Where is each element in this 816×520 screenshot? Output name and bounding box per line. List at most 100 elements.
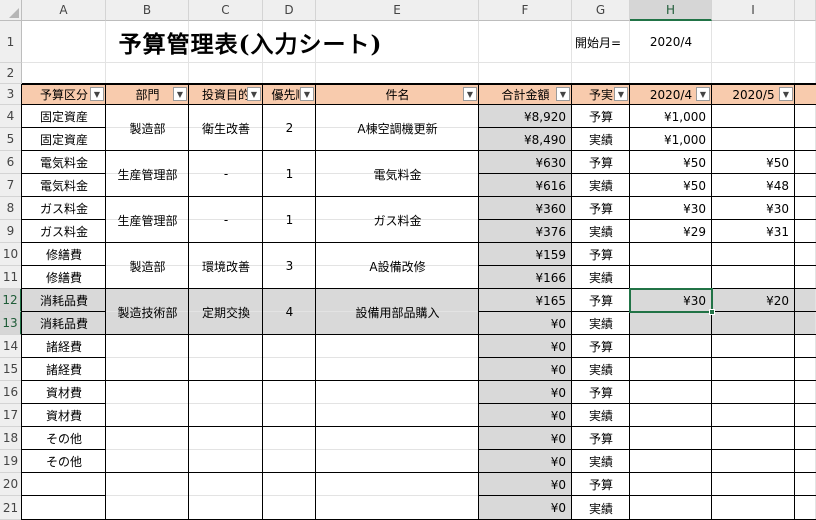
category-cell[interactable] bbox=[22, 496, 106, 520]
month2-cell[interactable] bbox=[712, 473, 795, 496]
category-cell[interactable]: 修繕費 bbox=[22, 243, 106, 266]
month2-cell[interactable] bbox=[712, 404, 795, 427]
category-cell[interactable]: 消耗品費 bbox=[22, 289, 106, 312]
total-cell[interactable]: ¥165 bbox=[479, 289, 572, 312]
priority-cell[interactable]: 1 bbox=[263, 197, 316, 243]
total-cell[interactable]: ¥0 bbox=[479, 404, 572, 427]
row-header-8[interactable]: 8 bbox=[0, 197, 22, 220]
month2-cell[interactable] bbox=[712, 427, 795, 450]
total-cell[interactable]: ¥360 bbox=[479, 197, 572, 220]
month1-cell[interactable]: ¥29 bbox=[630, 220, 712, 243]
column-header-next[interactable] bbox=[795, 0, 816, 21]
total-cell[interactable]: ¥616 bbox=[479, 174, 572, 197]
row-header-9[interactable]: 9 bbox=[0, 220, 22, 243]
type-cell[interactable]: 実績 bbox=[572, 312, 630, 335]
column-header-a[interactable]: A bbox=[22, 0, 106, 21]
month2-cell[interactable]: ¥31 bbox=[712, 220, 795, 243]
category-cell[interactable]: 諸経費 bbox=[22, 335, 106, 358]
filter-dropdown-icon[interactable]: ▼ bbox=[696, 87, 710, 101]
row-header-21[interactable]: 21 bbox=[0, 496, 22, 520]
month2-cell[interactable]: ¥20 bbox=[712, 289, 795, 312]
dept-cell[interactable]: 製造部 bbox=[106, 243, 189, 289]
type-cell[interactable]: 予算 bbox=[572, 151, 630, 174]
total-cell[interactable]: ¥376 bbox=[479, 220, 572, 243]
column-header-d[interactable]: D bbox=[263, 0, 316, 21]
filter-dropdown-icon[interactable]: ▼ bbox=[247, 87, 261, 101]
subject-cell[interactable]: 電気料金 bbox=[316, 151, 479, 197]
purpose-cell[interactable]: 衛生改善 bbox=[189, 105, 263, 151]
category-cell[interactable]: 固定資産 bbox=[22, 105, 106, 128]
total-cell[interactable]: ¥0 bbox=[479, 473, 572, 496]
total-cell[interactable]: ¥0 bbox=[479, 381, 572, 404]
type-cell[interactable]: 予算 bbox=[572, 197, 630, 220]
filter-dropdown-icon[interactable]: ▼ bbox=[300, 87, 314, 101]
month2-cell[interactable] bbox=[712, 450, 795, 473]
total-cell[interactable]: ¥8,490 bbox=[479, 128, 572, 151]
priority-cell[interactable]: 4 bbox=[263, 289, 316, 335]
month2-cell[interactable] bbox=[712, 266, 795, 289]
month1-cell[interactable] bbox=[630, 473, 712, 496]
row-header-11[interactable]: 11 bbox=[0, 266, 22, 289]
type-cell[interactable]: 実績 bbox=[572, 174, 630, 197]
month2-cell[interactable]: ¥48 bbox=[712, 174, 795, 197]
category-cell[interactable]: 電気料金 bbox=[22, 174, 106, 197]
column-header-h[interactable]: H bbox=[630, 0, 712, 21]
type-cell[interactable]: 予算 bbox=[572, 243, 630, 266]
month2-cell[interactable] bbox=[712, 312, 795, 335]
month1-cell[interactable]: ¥30 bbox=[630, 197, 712, 220]
purpose-cell[interactable]: 環境改善 bbox=[189, 243, 263, 289]
month1-cell[interactable]: ¥1,000 bbox=[630, 105, 712, 128]
row-header-16[interactable]: 16 bbox=[0, 381, 22, 404]
purpose-cell[interactable]: 定期交換 bbox=[189, 289, 263, 335]
fill-handle[interactable] bbox=[709, 309, 715, 315]
filter-dropdown-icon[interactable]: ▼ bbox=[779, 87, 793, 101]
month1-cell[interactable] bbox=[630, 381, 712, 404]
month1-cell[interactable] bbox=[630, 312, 712, 335]
month1-cell[interactable]: ¥50 bbox=[630, 151, 712, 174]
row-header-18[interactable]: 18 bbox=[0, 427, 22, 450]
filter-dropdown-icon[interactable]: ▼ bbox=[173, 87, 187, 101]
type-cell[interactable]: 実績 bbox=[572, 496, 630, 520]
month1-cell[interactable] bbox=[630, 496, 712, 520]
category-cell[interactable]: その他 bbox=[22, 450, 106, 473]
row-header-4[interactable]: 4 bbox=[0, 105, 22, 128]
column-header-g[interactable]: G bbox=[572, 0, 630, 21]
category-cell[interactable]: 諸経費 bbox=[22, 358, 106, 381]
type-cell[interactable]: 予算 bbox=[572, 335, 630, 358]
row-header-1[interactable]: 1 bbox=[0, 21, 22, 63]
total-cell[interactable]: ¥8,920 bbox=[479, 105, 572, 128]
column-header-i[interactable]: I bbox=[712, 0, 795, 21]
month1-cell[interactable] bbox=[630, 427, 712, 450]
category-cell[interactable]: その他 bbox=[22, 427, 106, 450]
type-cell[interactable]: 実績 bbox=[572, 128, 630, 151]
type-cell[interactable]: 実績 bbox=[572, 266, 630, 289]
purpose-cell[interactable]: - bbox=[189, 197, 263, 243]
type-cell[interactable]: 予算 bbox=[572, 473, 630, 496]
total-cell[interactable]: ¥166 bbox=[479, 266, 572, 289]
type-cell[interactable]: 実績 bbox=[572, 358, 630, 381]
month1-cell[interactable] bbox=[630, 404, 712, 427]
category-cell[interactable]: 電気料金 bbox=[22, 151, 106, 174]
row-header-6[interactable]: 6 bbox=[0, 151, 22, 174]
month2-cell[interactable] bbox=[712, 105, 795, 128]
priority-cell[interactable]: 2 bbox=[263, 105, 316, 151]
dept-cell[interactable]: 生産管理部 bbox=[106, 151, 189, 197]
total-cell[interactable]: ¥0 bbox=[479, 358, 572, 381]
category-cell[interactable]: ガス料金 bbox=[22, 220, 106, 243]
row-header-13[interactable]: 13 bbox=[0, 312, 22, 335]
column-header-c[interactable]: C bbox=[189, 0, 263, 21]
total-cell[interactable]: ¥630 bbox=[479, 151, 572, 174]
month1-cell[interactable]: ¥50 bbox=[630, 174, 712, 197]
total-cell[interactable]: ¥0 bbox=[479, 496, 572, 520]
month1-cell[interactable] bbox=[630, 335, 712, 358]
subject-cell[interactable]: ガス料金 bbox=[316, 197, 479, 243]
row-header-14[interactable]: 14 bbox=[0, 335, 22, 358]
total-cell[interactable]: ¥0 bbox=[479, 427, 572, 450]
row-header-20[interactable]: 20 bbox=[0, 473, 22, 496]
category-cell[interactable]: 資材費 bbox=[22, 381, 106, 404]
total-cell[interactable]: ¥159 bbox=[479, 243, 572, 266]
month2-cell[interactable]: ¥50 bbox=[712, 151, 795, 174]
dept-cell[interactable]: 製造部 bbox=[106, 105, 189, 151]
month2-cell[interactable] bbox=[712, 496, 795, 520]
type-cell[interactable]: 予算 bbox=[572, 427, 630, 450]
